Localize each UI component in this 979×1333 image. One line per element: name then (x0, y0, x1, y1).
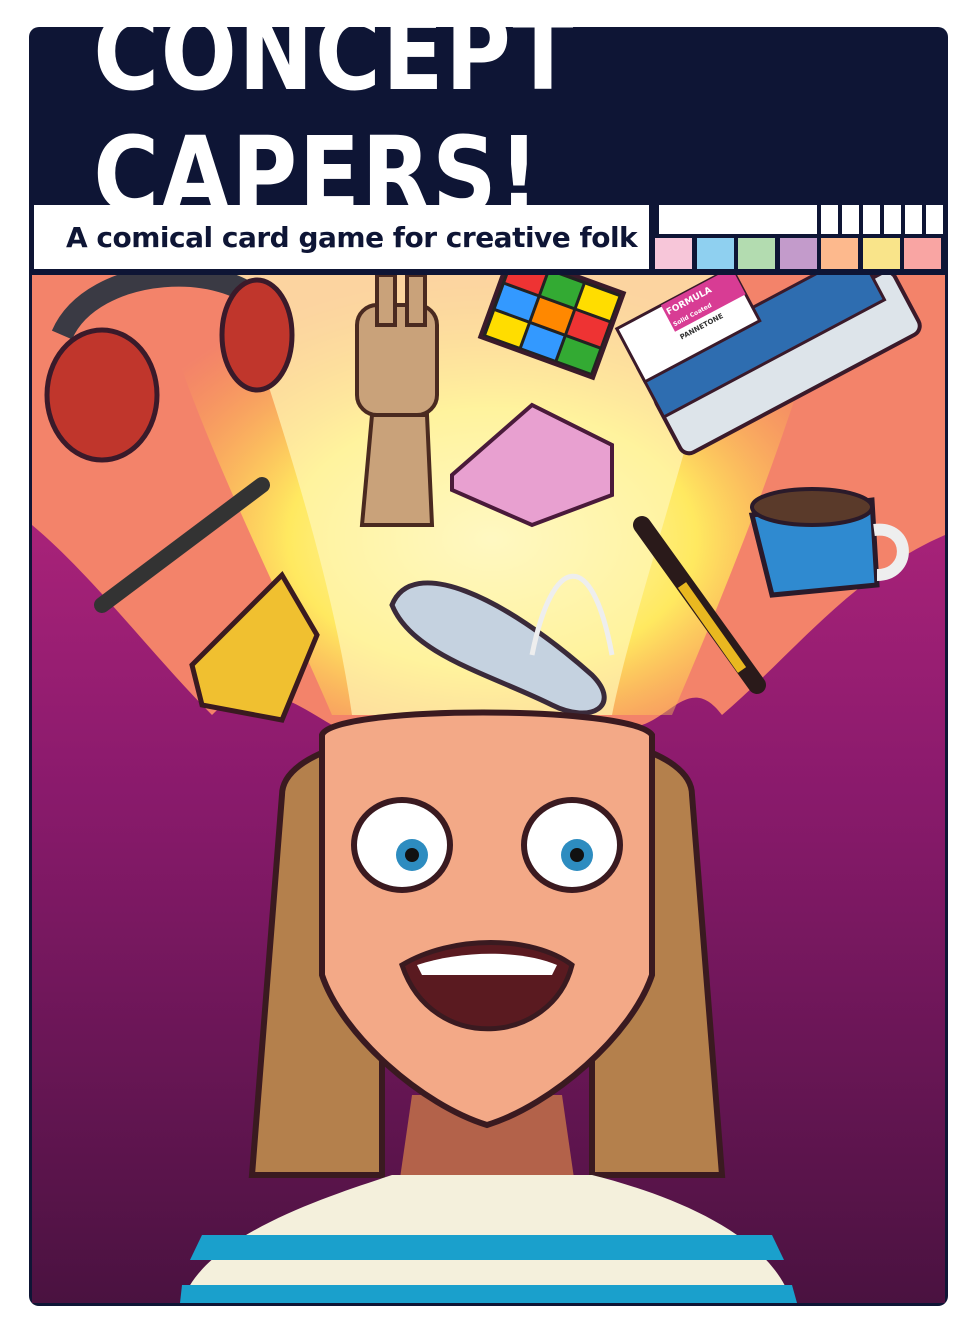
blank-swatch (926, 205, 943, 234)
color-swatch (821, 238, 858, 269)
blank-swatch (884, 205, 901, 234)
blank-swatch (842, 205, 859, 234)
game-title: CONCEPT CAPERS! (93, 27, 576, 236)
color-swatch (904, 238, 941, 269)
color-swatch (779, 238, 817, 269)
blank-swatch (863, 205, 880, 234)
blank-swatch (905, 205, 922, 234)
color-swatch-strip (655, 205, 945, 269)
blank-swatch (821, 205, 838, 234)
color-swatch (738, 238, 775, 269)
color-swatch (696, 238, 734, 269)
game-subtitle: A comical card game for creative folk (34, 205, 649, 269)
color-swatch (862, 238, 900, 269)
game-cover: CONCEPT CAPERS! A comical card game for … (29, 27, 948, 1306)
wooden-hand-icon (355, 275, 439, 527)
color-swatch (655, 238, 692, 269)
blank-swatch-wide (659, 205, 817, 234)
subtitle-text: A comical card game for creative folk (66, 220, 638, 254)
cover-illustration: FORMULA Solid Coated PANNETONE (32, 275, 945, 1303)
